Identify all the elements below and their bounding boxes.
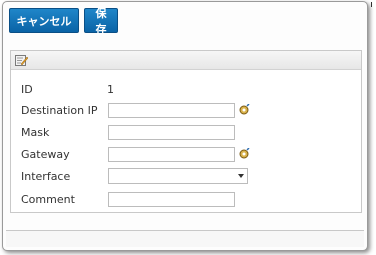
gateway-input[interactable]: [108, 147, 235, 162]
gateway-row: Gateway: [21, 145, 107, 163]
interface-row: Interface: [21, 167, 107, 185]
comment-row: Comment: [21, 190, 107, 208]
route-edit-dialog: キャンセル 保存 ID 1 Destination IP Mask Gatewa…: [2, 1, 368, 251]
interface-label: Interface: [21, 169, 71, 183]
mask-row: Mask: [21, 123, 107, 141]
mask-label: Mask: [21, 125, 50, 139]
gateway-gear-icon[interactable]: [238, 148, 250, 160]
destination-ip-input[interactable]: [108, 103, 235, 118]
destination-ip-gear-icon[interactable]: [238, 104, 250, 116]
save-button[interactable]: 保存: [84, 7, 118, 36]
comment-label: Comment: [21, 192, 75, 206]
gateway-label: Gateway: [21, 147, 70, 161]
panel-toolbar: [11, 51, 361, 70]
interface-select[interactable]: [108, 168, 248, 184]
edit-icon[interactable]: [15, 54, 28, 66]
destination-ip-label: Destination IP: [21, 103, 98, 117]
comment-input[interactable]: [108, 192, 235, 207]
id-label: ID: [21, 82, 33, 96]
id-value: 1: [107, 82, 114, 96]
form-panel: ID 1 Destination IP Mask Gateway Interfa…: [10, 50, 362, 213]
dialog-footer: [6, 230, 364, 247]
window-edge-mark: [371, 2, 372, 7]
chevron-down-icon: [238, 174, 244, 178]
mask-input[interactable]: [108, 125, 235, 140]
destination-ip-row: Destination IP: [21, 101, 107, 119]
id-row: ID 1: [21, 80, 114, 98]
cancel-button[interactable]: キャンセル: [9, 8, 79, 33]
